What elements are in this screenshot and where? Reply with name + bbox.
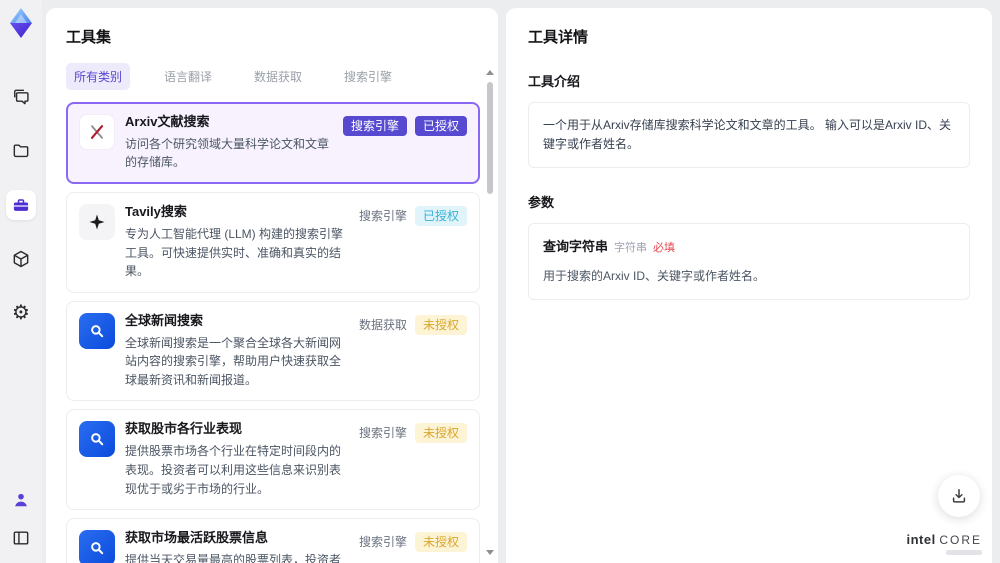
sidebar-item-files[interactable] xyxy=(6,136,36,166)
intro-heading: 工具介绍 xyxy=(528,74,581,89)
tool-description: 访问各个研究领域大量科学论文和文章的存储库。 xyxy=(125,136,330,170)
toolbox-icon xyxy=(13,199,29,211)
category-badge: 搜索引擎 xyxy=(358,426,407,441)
sidebar-item-models[interactable] xyxy=(6,244,36,274)
tab-search-engine[interactable]: 搜索引擎 xyxy=(336,63,400,90)
brand-sub-mark xyxy=(946,550,982,555)
auth-status-badge: 未授权 xyxy=(414,532,467,553)
app-logo-icon[interactable] xyxy=(6,6,36,40)
tab-all-categories[interactable]: 所有类别 xyxy=(66,63,131,90)
tool-card[interactable]: Tavily搜索 专为人工智能代理 (LLM) 构建的搜索引擎工具。可快速提供实… xyxy=(66,192,480,293)
panel-toggle-icon xyxy=(13,531,29,545)
sidebar-item-chat[interactable] xyxy=(6,82,36,112)
param-type: 字符串 xyxy=(614,242,648,255)
sidebar-item-account[interactable] xyxy=(6,485,36,515)
category-badge: 搜索引擎 xyxy=(358,535,407,550)
user-icon xyxy=(15,493,27,507)
param-required-badge: 必填 xyxy=(653,242,676,255)
category-badge: 数据获取 xyxy=(358,317,407,332)
search-icon xyxy=(79,312,115,349)
auth-status-badge: 未授权 xyxy=(414,423,467,444)
param-name: 查询字符串 xyxy=(543,239,609,255)
tool-intro-box: 一个用于从Arxiv存储库搜索科学论文和文章的工具。 输入可以是Arxiv ID… xyxy=(528,102,970,169)
category-tabs: 所有类别 语言翻译 数据获取 搜索引擎 xyxy=(66,63,480,90)
scroll-down-icon[interactable] xyxy=(486,550,494,555)
tool-list: Arxiv文献搜索 访问各个研究领域大量科学论文和文章的存储库。 搜索引擎 已授… xyxy=(66,102,480,563)
brand-core: CORE xyxy=(939,533,982,548)
cube-icon xyxy=(13,250,29,268)
auth-status-badge: 未授权 xyxy=(414,314,467,335)
sidebar-item-collapse[interactable] xyxy=(6,523,36,553)
auth-status-badge: 已授权 xyxy=(414,206,467,227)
tool-card[interactable]: 获取市场最活跃股票信息 提供当天交易量最高的股票列表，投资者可以利用这些信息来识… xyxy=(66,518,480,563)
params-heading: 参数 xyxy=(528,195,555,211)
tool-description: 全球新闻搜索是一个聚合全球各大新闻网站内容的搜索引擎，帮助用户快速获取全球最新资… xyxy=(125,335,342,387)
download-button[interactable] xyxy=(938,475,980,517)
auth-status-badge: 已授权 xyxy=(414,116,467,136)
left-rail: ⚙ xyxy=(0,0,42,563)
list-scrollbar[interactable] xyxy=(485,70,495,555)
tool-description: 提供股票市场各个行业在特定时间段内的表现。投资者可以利用这些信息来识别表现优于或… xyxy=(125,444,342,496)
sidebar-item-tools[interactable] xyxy=(6,190,36,220)
tool-intro-text: 一个用于从Arxiv存储库搜索科学论文和文章的工具。 输入可以是Arxiv ID… xyxy=(543,118,952,152)
scroll-up-icon[interactable] xyxy=(486,70,494,75)
tool-details-panel: 工具详情 工具介绍 一个用于从Arxiv存储库搜索科学论文和文章的工具。 输入可… xyxy=(506,8,992,563)
scrollbar-thumb[interactable] xyxy=(487,82,493,194)
tab-language-translate[interactable]: 语言翻译 xyxy=(156,63,220,90)
sidebar-item-settings[interactable]: ⚙ xyxy=(6,298,36,328)
folder-icon xyxy=(13,144,29,158)
category-badge: 搜索引擎 xyxy=(342,116,407,136)
search-icon xyxy=(79,530,115,563)
tool-card[interactable]: Arxiv文献搜索 访问各个研究领域大量科学论文和文章的存储库。 搜索引擎 已授… xyxy=(66,102,480,185)
tool-name: 获取市场最活跃股票信息 xyxy=(125,530,269,546)
tool-name: Tavily搜索 xyxy=(125,204,187,220)
download-icon xyxy=(952,489,966,503)
intel-core-logo: intel CORE xyxy=(906,532,982,555)
tool-name: Arxiv文献搜索 xyxy=(125,114,210,129)
arxiv-logo-icon xyxy=(79,114,115,150)
param-description: 用于搜索的Arxiv ID、关键字或作者姓名。 xyxy=(543,269,766,284)
details-title: 工具详情 xyxy=(528,29,589,46)
chat-icon xyxy=(14,89,29,105)
tool-description: 专为人工智能代理 (LLM) 构建的搜索引擎工具。可快速提供实时、准确和真实的结… xyxy=(125,226,344,279)
page-title: 工具集 xyxy=(66,29,112,46)
parameter-box: 查询字符串 字符串 必填 用于搜索的Arxiv ID、关键字或作者姓名。 xyxy=(528,223,970,301)
tool-collection-panel: 工具集 所有类别 语言翻译 数据获取 搜索引擎 Arxiv文献搜索 访问各个研究… xyxy=(46,8,498,563)
tab-data-fetch[interactable]: 数据获取 xyxy=(246,63,310,90)
search-icon xyxy=(79,421,115,458)
tool-name: 获取股市各行业表现 xyxy=(125,421,243,437)
tool-name: 全球新闻搜索 xyxy=(125,312,204,328)
tool-description: 提供当天交易量最高的股票列表，投资者可以利用这些信息来识别流动性强的股票和潜在的… xyxy=(125,552,342,563)
gear-icon: ⚙ xyxy=(12,302,30,324)
tavily-star-icon xyxy=(79,204,115,241)
tool-card[interactable]: 全球新闻搜索 全球新闻搜索是一个聚合全球各大新闻网站内容的搜索引擎，帮助用户快速… xyxy=(66,300,480,402)
brand-intel: intel xyxy=(906,532,936,548)
tool-card[interactable]: 获取股市各行业表现 提供股票市场各个行业在特定时间段内的表现。投资者可以利用这些… xyxy=(66,409,480,511)
category-badge: 搜索引擎 xyxy=(358,209,407,224)
